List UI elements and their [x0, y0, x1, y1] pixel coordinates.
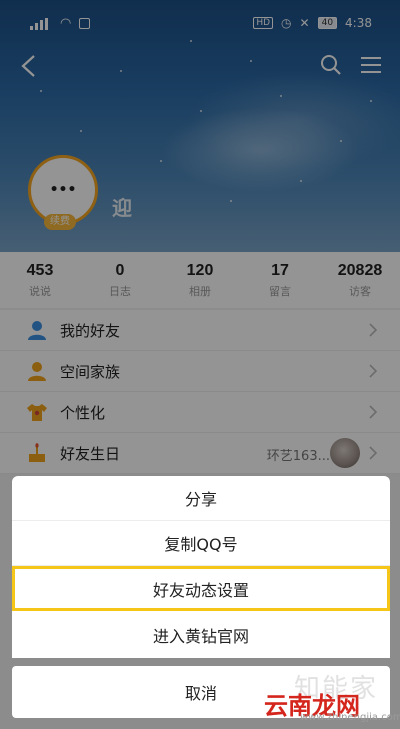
- watermark-url: www.zhinengjia.com: [300, 712, 400, 723]
- friend-feed-settings-option[interactable]: 好友动态设置: [12, 566, 390, 611]
- action-sheet-options: 分享 复制QQ号 好友动态设置 进入黄钻官网: [12, 476, 390, 658]
- yellow-diamond-site-option[interactable]: 进入黄钻官网: [12, 612, 390, 657]
- copy-qq-number-option[interactable]: 复制QQ号: [12, 521, 390, 566]
- share-option[interactable]: 分享: [12, 476, 390, 521]
